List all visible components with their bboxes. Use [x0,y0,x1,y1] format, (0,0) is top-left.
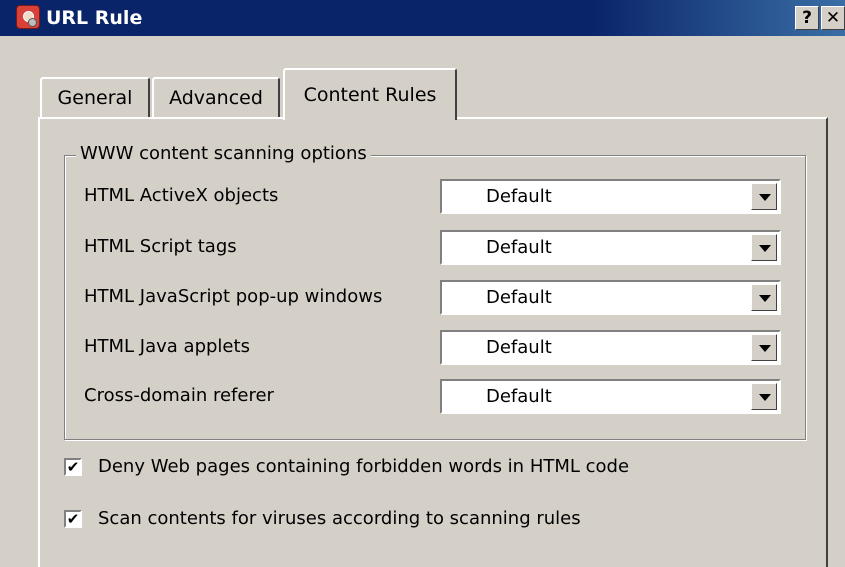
chevron-down-icon [759,194,771,201]
dropdown-button[interactable] [751,334,777,361]
tab-general[interactable]: General [40,77,150,117]
select-value: Default [486,186,552,207]
url-rule-app-icon [16,5,40,29]
label-html-script-tags: HTML Script tags [84,236,237,257]
label-html-activex-objects: HTML ActiveX objects [84,185,279,206]
chevron-down-icon [759,295,771,302]
select-cross-domain-referer[interactable]: Default [440,379,781,414]
title-bar: URL Rule ? ✕ [0,0,845,36]
tab-advanced[interactable]: Advanced [152,77,280,117]
label-html-java-applets: HTML Java applets [84,336,250,357]
select-value: Default [486,386,552,407]
dropdown-button[interactable] [751,183,777,210]
chevron-down-icon [759,245,771,252]
dropdown-button[interactable] [751,383,777,410]
label-cross-domain-referer: Cross-domain referer [84,385,274,406]
dropdown-button[interactable] [751,234,777,261]
help-button[interactable]: ? [795,6,819,30]
select-html-javascript-popup-windows[interactable]: Default [440,280,781,315]
select-value: Default [486,287,552,308]
scan-viruses-checkbox[interactable]: ✔ [64,510,82,528]
select-html-activex-objects[interactable]: Default [440,179,781,214]
deny-forbidden-words-label[interactable]: Deny Web pages containing forbidden word… [98,456,629,477]
label-html-javascript-popup-windows: HTML JavaScript pop-up windows [84,286,383,307]
deny-forbidden-words-checkbox[interactable]: ✔ [64,458,82,476]
select-value: Default [486,337,552,358]
tab-content-rules[interactable]: Content Rules [283,68,457,120]
close-button[interactable]: ✕ [821,6,845,30]
select-html-java-applets[interactable]: Default [440,330,781,365]
select-value: Default [486,237,552,258]
scan-viruses-label[interactable]: Scan contents for viruses according to s… [98,508,581,529]
group-title: WWW content scanning options [76,143,371,164]
window-title: URL Rule [46,7,143,29]
chevron-down-icon [759,394,771,401]
chevron-down-icon [759,345,771,352]
dropdown-button[interactable] [751,284,777,311]
select-html-script-tags[interactable]: Default [440,230,781,265]
